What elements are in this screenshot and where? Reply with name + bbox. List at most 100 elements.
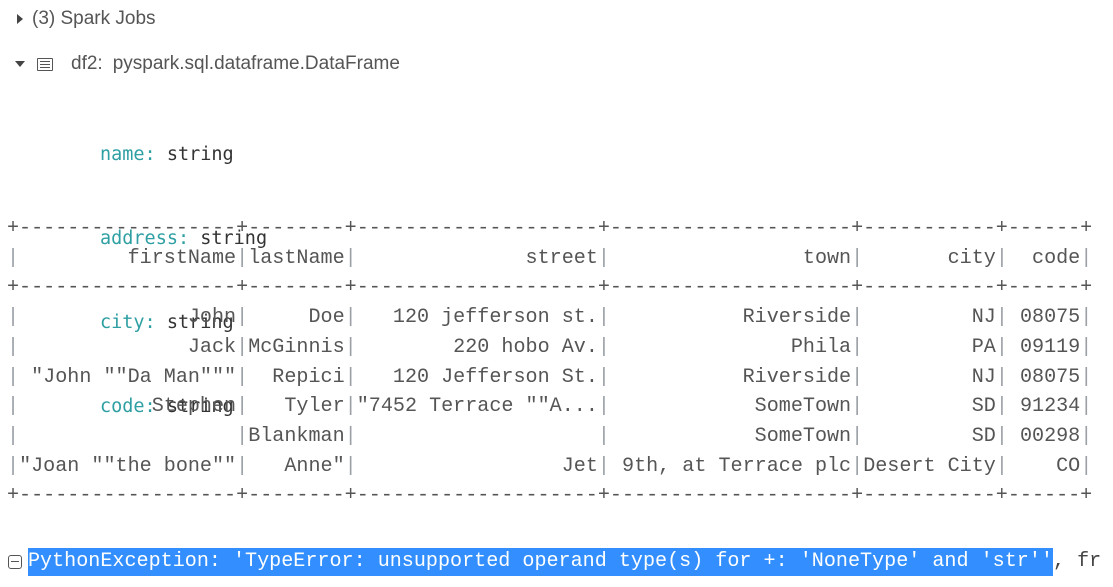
schema-field-name: name: xyxy=(100,144,156,165)
cell-divider: | xyxy=(851,365,864,389)
triangle-down-icon[interactable] xyxy=(15,61,25,67)
table-cell-city: PA xyxy=(863,335,996,359)
column-header-firstName: firstName xyxy=(19,246,237,270)
table-cell-lastName: Blankman xyxy=(248,424,345,448)
cell-divider: | xyxy=(344,306,357,330)
cell-divider: | xyxy=(851,335,864,359)
table-row: | Stephen| Tyler|"7452 Terrace ""A...| S… xyxy=(7,392,1092,422)
cell-divider: | xyxy=(995,246,1008,270)
cell-divider: | xyxy=(236,335,249,359)
table-separator: +------------------+--------+-----------… xyxy=(7,276,1093,300)
table-cell-street: Jet xyxy=(356,454,598,478)
column-header-lastName: lastName xyxy=(248,246,345,270)
table-cell-city: NJ xyxy=(863,306,996,330)
cell-divider: | xyxy=(1080,424,1093,448)
cell-divider: | xyxy=(344,454,357,478)
table-separator: +------------------+--------+-----------… xyxy=(7,217,1093,240)
spark-jobs-toggle[interactable]: (3) Spark Jobs xyxy=(15,6,156,32)
table-cell-city: SD xyxy=(863,424,996,448)
dataframe-header[interactable]: df2: pyspark.sql.dataframe.DataFrame xyxy=(15,51,400,77)
table-cell-lastName: Repici xyxy=(248,365,345,389)
table-cell-firstName: John xyxy=(19,306,237,330)
table-cell-firstName: "Joan ""the bone"" xyxy=(19,454,237,478)
cell-divider: | xyxy=(344,395,357,419)
cell-divider: | xyxy=(7,365,20,389)
dataframe-type: pyspark.sql.dataframe.DataFrame xyxy=(112,53,400,74)
table-row: | |Blankman| | SomeTown| SD| 00298| xyxy=(7,422,1092,452)
table-cell-lastName: McGinnis xyxy=(248,335,345,359)
cell-divider: | xyxy=(1080,454,1093,478)
schema-field: name: string xyxy=(100,141,267,169)
table-separator: +------------------+--------+-----------… xyxy=(7,484,1093,508)
table-cell-town: 9th, at Terrace plc xyxy=(609,454,852,478)
cell-divider: | xyxy=(344,424,357,448)
cell-divider: | xyxy=(7,335,20,359)
cell-divider: | xyxy=(597,335,610,359)
spark-jobs-label[interactable]: (3) Spark Jobs xyxy=(32,8,156,30)
table-cell-code: 91234 xyxy=(1007,395,1081,419)
table-row: | "John ""Da Man"""| Repici| 120 Jeffers… xyxy=(7,363,1092,393)
table-cell-code: 09119 xyxy=(1007,335,1081,359)
table-cell-street: 120 Jefferson St. xyxy=(356,365,598,389)
table-cell-code: 00298 xyxy=(1007,424,1081,448)
column-header-code: code xyxy=(1007,246,1081,270)
collapse-minus-icon[interactable] xyxy=(8,554,22,569)
triangle-right-icon[interactable] xyxy=(17,14,23,24)
table-cell-lastName: Doe xyxy=(248,306,345,330)
cell-divider: | xyxy=(1080,246,1093,270)
table-cell-town: Phila xyxy=(609,335,852,359)
dataframe-name: df2: xyxy=(71,53,103,74)
column-header-street: street xyxy=(356,246,598,270)
cell-divider: | xyxy=(236,306,249,330)
cell-divider: | xyxy=(597,454,610,478)
cell-divider: | xyxy=(597,395,610,419)
cell-divider: | xyxy=(597,365,610,389)
table-cell-lastName: Anne" xyxy=(248,454,345,478)
exception-message-tail: , fr xyxy=(1052,550,1102,573)
show-output-table: +------------------+--------+-----------… xyxy=(7,214,1092,511)
cell-divider: | xyxy=(995,306,1008,330)
cell-divider: | xyxy=(851,454,864,478)
cell-divider: | xyxy=(851,424,864,448)
cell-divider: | xyxy=(344,246,357,270)
cell-divider: | xyxy=(851,246,864,270)
table-cell-code: 08075 xyxy=(1007,306,1081,330)
cell-divider: | xyxy=(597,306,610,330)
table-cell-street: 120 jefferson st. xyxy=(356,306,598,330)
cell-divider: | xyxy=(995,454,1008,478)
cell-divider: | xyxy=(851,306,864,330)
table-cell-code: 08075 xyxy=(1007,365,1081,389)
table-cell-street xyxy=(357,425,598,448)
cell-divider: | xyxy=(7,454,20,478)
cell-divider: | xyxy=(1080,395,1093,419)
table-row: | John| Doe| 120 jefferson st.| Riversid… xyxy=(7,303,1092,333)
table-cell-firstName: Stephen xyxy=(19,395,237,419)
table-row: | Jack|McGinnis| 220 hobo Av.| Phila| PA… xyxy=(7,333,1092,363)
cell-divider: | xyxy=(236,246,249,270)
exception-message-selected[interactable]: PythonException: 'TypeError: unsupported… xyxy=(28,547,1053,576)
cell-divider: | xyxy=(7,246,20,270)
table-cell-town: SomeTown xyxy=(609,424,852,448)
table-cell-firstName xyxy=(19,425,236,448)
table-cell-lastName: Tyler xyxy=(248,395,345,419)
cell-divider: | xyxy=(7,424,20,448)
cell-divider: | xyxy=(7,306,20,330)
table-cell-city: NJ xyxy=(863,365,996,389)
cell-divider: | xyxy=(597,424,610,448)
cell-divider: | xyxy=(995,395,1008,419)
table-cell-town: SomeTown xyxy=(609,395,852,419)
table-cell-town: Riverside xyxy=(609,365,852,389)
column-header-city: city xyxy=(863,246,996,270)
table-cell-town: Riverside xyxy=(609,306,852,330)
cell-divider: | xyxy=(1080,365,1093,389)
table-row: |"Joan ""the bone""| Anne"| Jet| 9th, at… xyxy=(7,452,1092,482)
table-cell-firstName: Jack xyxy=(19,335,237,359)
cell-divider: | xyxy=(851,395,864,419)
cell-divider: | xyxy=(7,395,20,419)
cell-divider: | xyxy=(995,424,1008,448)
table-cell-street: "7452 Terrace ""A... xyxy=(356,395,598,419)
exception-line: PythonException: 'TypeError: unsupported… xyxy=(8,547,1101,576)
cell-divider: | xyxy=(236,395,249,419)
cell-divider: | xyxy=(236,424,249,448)
cell-divider: | xyxy=(1080,335,1093,359)
